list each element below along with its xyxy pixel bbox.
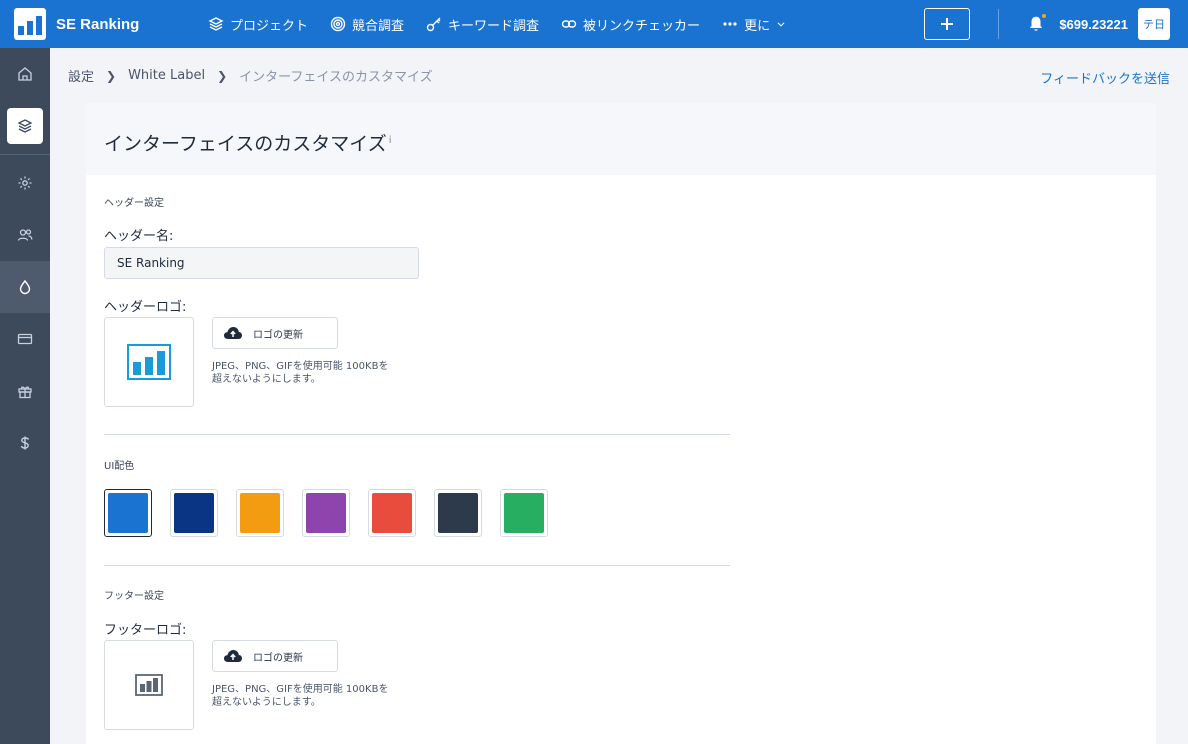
footer-settings-label: フッター設定	[104, 591, 164, 602]
drop-icon	[19, 279, 31, 295]
color-swatch-orange[interactable]	[236, 489, 284, 537]
feedback-link[interactable]: フィードバックを送信	[1040, 68, 1170, 87]
info-icon[interactable]: i	[389, 135, 392, 146]
color-swatch-blue[interactable]	[104, 489, 152, 537]
sidebar-item-projects[interactable]	[0, 100, 50, 152]
header-name-label: ヘッダー名:	[104, 229, 174, 244]
add-button[interactable]	[924, 8, 971, 40]
users-icon	[17, 229, 33, 241]
color-swatch-navy[interactable]	[170, 489, 218, 537]
top-nav: プロジェクト 競合調査 キーワード調査 被リンクチェッカー 更に	[208, 0, 808, 48]
sidebar-item-affiliate[interactable]	[0, 417, 50, 469]
gear-icon	[18, 176, 32, 190]
nav-item-label: プロジェクト	[230, 18, 309, 34]
active-indicator	[7, 108, 43, 144]
header-logo-hint: JPEG、PNG、GIFを使用可能 100KBを 超えないようにします。	[212, 360, 422, 386]
nav-item-label: 競合調査	[352, 18, 405, 34]
top-right-tools: $699.23221 テ日	[924, 0, 1188, 48]
notifications-button[interactable]	[1027, 13, 1048, 33]
home-icon	[18, 67, 32, 81]
page-title-text: インターフェイスのカスタマイズ	[104, 133, 387, 155]
brand-name: SE Ranking	[56, 15, 140, 33]
link-icon	[561, 20, 577, 28]
upload-button-label: ロゴの更新	[253, 652, 303, 664]
footer-logo-preview	[104, 640, 194, 730]
nav-item-projects[interactable]: プロジェクト	[208, 0, 308, 48]
breadcrumb: 設定 ❯ White Label ❯ インターフェイスのカスタマイズ	[68, 66, 433, 85]
hint-line: JPEG、PNG、GIFを使用可能 100KBを	[212, 361, 389, 372]
sidebar-item-home[interactable]	[0, 48, 50, 100]
header-logo-upload-button[interactable]: ロゴの更新	[212, 317, 338, 349]
upload-button-label: ロゴの更新	[253, 329, 303, 341]
footer-logo-upload-button[interactable]: ロゴの更新	[212, 640, 338, 672]
breadcrumb-settings[interactable]: 設定	[68, 66, 94, 85]
header-logo-preview	[104, 317, 194, 407]
notification-dot	[1041, 13, 1048, 19]
footer-logo-label: フッターロゴ:	[104, 623, 187, 638]
header-name-input[interactable]: SE Ranking	[104, 247, 419, 279]
cloud-upload-icon	[224, 327, 242, 339]
card-icon	[17, 333, 33, 345]
chevron-right-icon: ❯	[217, 68, 228, 83]
brand-logo-icon	[135, 674, 163, 696]
nav-item-label: 被リンクチェッカー	[583, 18, 701, 34]
sidebar-item-settings[interactable]	[0, 157, 50, 209]
sidebar-item-billing[interactable]	[0, 313, 50, 365]
color-swatch-red[interactable]	[368, 489, 416, 537]
brand[interactable]: SE Ranking	[0, 0, 190, 48]
plus-icon	[941, 18, 954, 30]
color-swatch-dark[interactable]	[434, 489, 482, 537]
chevron-right-icon: ❯	[106, 68, 117, 83]
target-icon	[330, 16, 346, 32]
account-balance[interactable]: $699.23221	[1059, 17, 1128, 32]
header-logo-label: ヘッダーロゴ:	[104, 300, 187, 315]
sidebar-divider	[0, 154, 50, 155]
nav-item-label: 更に	[744, 18, 771, 34]
color-swatch-purple[interactable]	[302, 489, 350, 537]
page-title: インターフェイスのカスタマイズ i	[104, 133, 392, 155]
customization-card: インターフェイスのカスタマイズ i ヘッダー設定 ヘッダー名: SE Rankin…	[86, 103, 1156, 744]
layers-icon	[17, 119, 33, 133]
nav-item-label: キーワード調査	[448, 18, 540, 34]
chevron-down-icon	[777, 22, 785, 27]
toolbar-divider	[998, 9, 1000, 39]
sidebar-item-gifts[interactable]	[0, 365, 50, 417]
section-divider	[104, 434, 730, 435]
avatar[interactable]: テ日	[1138, 8, 1170, 40]
breadcrumb-white-label[interactable]: White Label	[128, 68, 205, 83]
sidebar-item-white-label[interactable]	[0, 261, 50, 313]
nav-item-competitor-research[interactable]: 競合調査	[330, 0, 404, 48]
card-header: インターフェイスのカスタマイズ i	[86, 103, 1156, 175]
gift-icon	[18, 386, 32, 399]
sidebar-item-users[interactable]	[0, 209, 50, 261]
nav-item-backlink-checker[interactable]: 被リンクチェッカー	[561, 0, 700, 48]
sidebar	[0, 48, 50, 744]
nav-item-keyword-research[interactable]: キーワード調査	[426, 0, 539, 48]
color-swatch-green[interactable]	[500, 489, 548, 537]
cloud-upload-icon	[224, 650, 242, 662]
dollar-icon	[20, 436, 30, 450]
nav-item-more[interactable]: 更に	[722, 0, 786, 48]
hint-line: 超えないようにします。	[212, 697, 321, 708]
top-bar: SE Ranking プロジェクト 競合調査 キーワード調査 被リンクチェッカー…	[0, 0, 1188, 48]
hint-line: JPEG、PNG、GIFを使用可能 100KBを	[212, 684, 389, 695]
brand-logo-icon	[14, 8, 46, 40]
footer-logo-hint: JPEG、PNG、GIFを使用可能 100KBを 超えないようにします。	[212, 683, 422, 709]
key-icon	[426, 17, 441, 32]
section-divider	[104, 565, 730, 566]
more-dots-icon	[723, 22, 737, 26]
layers-icon	[208, 17, 224, 31]
hint-line: 超えないようにします。	[212, 374, 321, 385]
header-settings-label: ヘッダー設定	[104, 198, 164, 209]
ui-colors-label: UI配色	[104, 461, 135, 472]
breadcrumb-current: インターフェイスのカスタマイズ	[239, 70, 433, 85]
color-swatches	[104, 489, 548, 537]
brand-logo-icon	[127, 344, 171, 380]
